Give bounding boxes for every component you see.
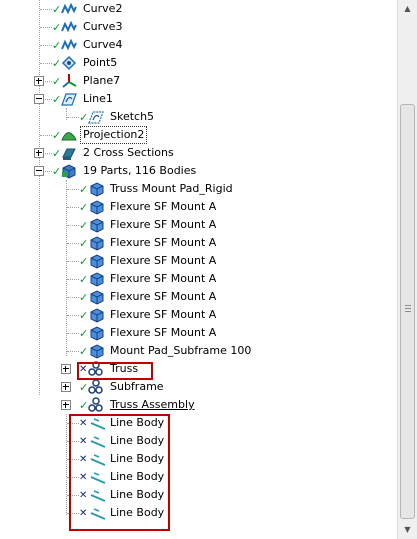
body-cube-icon xyxy=(90,254,104,269)
tree-item-body[interactable]: ✓ Flexure SF Mount A xyxy=(0,288,397,306)
expand-toggle[interactable] xyxy=(61,364,71,374)
check-icon: ✓ xyxy=(79,183,89,196)
curve-icon xyxy=(61,2,77,15)
highlight-box-line-bodies xyxy=(69,414,170,531)
projection-icon xyxy=(61,132,77,141)
tree-item-plane7[interactable]: ✓ Plane7 xyxy=(0,72,397,90)
tree-item-curve2[interactable]: ✓ Curve2 xyxy=(0,0,397,18)
collapse-toggle[interactable] xyxy=(34,166,44,176)
highlight-box-truss xyxy=(77,362,153,380)
tree-item-projection2[interactable]: ✓ Projection2 xyxy=(0,126,397,144)
check-icon: ✓ xyxy=(79,219,89,232)
curve-icon xyxy=(61,38,77,51)
tree-item-label: 2 Cross Sections xyxy=(83,146,174,159)
tree-item-truss-assembly[interactable]: ✓ Truss Assembly xyxy=(0,396,397,414)
scroll-up-arrow-icon[interactable]: ▲ xyxy=(398,0,417,17)
tree-item-body[interactable]: ✓ Flexure SF Mount A xyxy=(0,216,397,234)
tree-item-line-body[interactable]: ✕ Line Body xyxy=(0,468,397,486)
assembly-icon xyxy=(88,397,103,412)
tree-item-label: Flexure SF Mount A xyxy=(110,308,217,321)
expand-toggle[interactable] xyxy=(34,76,44,86)
check-icon: ✓ xyxy=(79,273,89,286)
tree-item-label: Mount Pad_Subframe 100 xyxy=(110,344,252,357)
check-icon: ✓ xyxy=(79,327,89,340)
tree-item-curve3[interactable]: ✓ Curve3 xyxy=(0,18,397,36)
tree-item-label: Projection2 xyxy=(79,126,148,144)
tree-item-body[interactable]: ✓ Truss Mount Pad_Rigid xyxy=(0,180,397,198)
scrollbar-thumb[interactable] xyxy=(400,104,415,519)
cross-section-icon xyxy=(62,148,76,160)
tree-item-label: Truss Mount Pad_Rigid xyxy=(110,182,233,195)
tree-item-line-body[interactable]: ✕ Line Body xyxy=(0,504,397,522)
expand-toggle[interactable] xyxy=(34,148,44,158)
body-cube-icon xyxy=(90,326,104,341)
body-cube-icon xyxy=(90,236,104,251)
tree-item-cross-sections[interactable]: ✓ 2 Cross Sections xyxy=(0,144,397,162)
tree-item-line-body[interactable]: ✕ Line Body xyxy=(0,414,397,432)
scroll-down-arrow-icon[interactable]: ▼ xyxy=(398,521,417,538)
tree-item-body[interactable]: ✓ Flexure SF Mount A xyxy=(0,324,397,342)
tree-item-line-body[interactable]: ✕ Line Body xyxy=(0,432,397,450)
body-cube-icon xyxy=(90,182,104,197)
parts-icon xyxy=(62,164,76,179)
check-icon: ✓ xyxy=(79,237,89,250)
tree-item-label: Flexure SF Mount A xyxy=(110,272,217,285)
tree-item-label: Curve2 xyxy=(83,2,123,15)
tree-item-label: Flexure SF Mount A xyxy=(110,236,217,249)
body-cube-icon xyxy=(90,344,104,359)
tree-item-label: Point5 xyxy=(83,56,118,69)
tree-item-label: 19 Parts, 116 Bodies xyxy=(83,164,197,177)
tree-item-label: Truss Assembly xyxy=(110,398,195,411)
feature-tree: ✓ Curve2 ✓ Curve3 ✓ Curve4 ✓ Point5 ✓ Pl… xyxy=(0,0,397,539)
body-cube-icon xyxy=(90,308,104,323)
tree-item-curve4[interactable]: ✓ Curve4 xyxy=(0,36,397,54)
vertical-scrollbar[interactable]: ▲ ▼ xyxy=(397,0,417,539)
collapse-toggle[interactable] xyxy=(34,94,44,104)
tree-item-body[interactable]: ✓ Flexure SF Mount A xyxy=(0,270,397,288)
tree-item-subframe[interactable]: ✓ Subframe xyxy=(0,378,397,396)
tree-item-body[interactable]: ✓ Flexure SF Mount A xyxy=(0,198,397,216)
tree-item-line-body[interactable]: ✕ Line Body xyxy=(0,450,397,468)
body-cube-icon xyxy=(90,200,104,215)
tree-item-line1[interactable]: ✓ Line1 xyxy=(0,90,397,108)
tree-item-label: Flexure SF Mount A xyxy=(110,254,217,267)
tree-item-label: Curve4 xyxy=(83,38,123,51)
tree-item-point5[interactable]: ✓ Point5 xyxy=(0,54,397,72)
sketch-icon xyxy=(88,111,104,124)
body-cube-icon xyxy=(90,272,104,287)
assembly-icon xyxy=(88,379,103,394)
tree-item-label: Curve3 xyxy=(83,20,123,33)
body-cube-icon xyxy=(90,218,104,233)
point-icon xyxy=(61,55,77,71)
tree-item-label: Flexure SF Mount A xyxy=(110,290,217,303)
tree-item-line-body[interactable]: ✕ Line Body xyxy=(0,486,397,504)
tree-item-label: Flexure SF Mount A xyxy=(110,218,217,231)
check-icon: ✓ xyxy=(79,201,89,214)
check-icon: ✓ xyxy=(79,345,89,358)
tree-item-body[interactable]: ✓ Flexure SF Mount A xyxy=(0,234,397,252)
tree-item-body[interactable]: ✓ Flexure SF Mount A xyxy=(0,306,397,324)
body-cube-icon xyxy=(90,290,104,305)
expand-toggle[interactable] xyxy=(61,400,71,410)
check-icon: ✓ xyxy=(79,291,89,304)
check-icon: ✓ xyxy=(79,309,89,322)
tree-item-label: Sketch5 xyxy=(110,110,155,123)
tree-item-label: Subframe xyxy=(110,380,164,393)
curve-icon xyxy=(61,20,77,33)
sketch-plane-icon xyxy=(61,93,77,106)
tree-item-body[interactable]: ✓ Flexure SF Mount A xyxy=(0,252,397,270)
check-icon: ✓ xyxy=(79,255,89,268)
tree-item-label: Flexure SF Mount A xyxy=(110,200,217,213)
tree-item-sketch5[interactable]: ✓ Sketch5 xyxy=(0,108,397,126)
tree-item-label: Flexure SF Mount A xyxy=(110,326,217,339)
plane-axes-icon xyxy=(62,74,77,88)
tree-item-label: Plane7 xyxy=(83,74,121,87)
tree-item-truss[interactable]: ✕ Truss xyxy=(0,360,397,378)
tree-item-body[interactable]: ✓ Mount Pad_Subframe 100 xyxy=(0,342,397,360)
tree-item-parts-bodies[interactable]: ✓ 19 Parts, 116 Bodies xyxy=(0,162,397,180)
tree-item-label: Line1 xyxy=(83,92,113,105)
expand-toggle[interactable] xyxy=(61,382,71,392)
